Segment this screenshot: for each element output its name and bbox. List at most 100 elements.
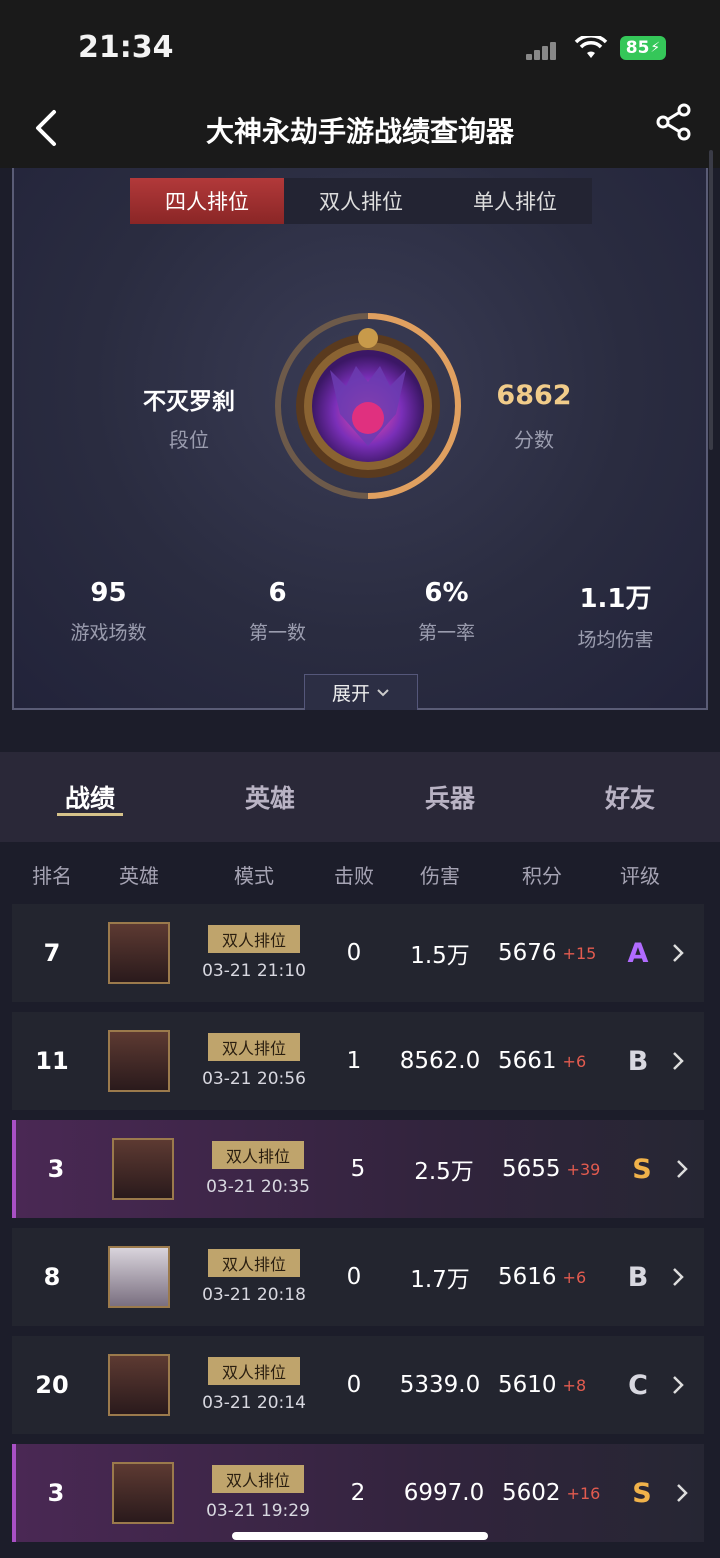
mode-cell: 双人排位 03-21 20:35 xyxy=(198,1120,318,1218)
home-indicator[interactable] xyxy=(232,1532,488,1540)
mode-cell: 双人排位 03-21 21:10 xyxy=(194,904,314,1002)
tab-solo-ranked[interactable]: 单人排位 xyxy=(438,178,592,224)
stats-summary: 95 游戏场数 6 第一数 6% 第一率 1.1万 场均伤害 xyxy=(24,578,700,652)
hero-avatar xyxy=(108,922,170,984)
match-time: 03-21 20:14 xyxy=(202,1393,306,1413)
match-points-cell: 5602 +16 xyxy=(502,1444,626,1542)
match-points: 5616 xyxy=(498,1264,557,1290)
match-time: 03-21 20:35 xyxy=(206,1177,310,1197)
stat-win-rate: 6% 第一率 xyxy=(362,578,531,652)
chevron-right-icon[interactable] xyxy=(666,1336,690,1434)
match-damage: 1.5万 xyxy=(410,943,470,969)
expand-button[interactable]: 展开 xyxy=(304,674,418,710)
tab-records[interactable]: 战绩 xyxy=(0,752,180,842)
match-rank: 3 xyxy=(47,1479,65,1507)
points-delta: +8 xyxy=(562,1375,587,1395)
match-kills: 0 xyxy=(346,1264,362,1290)
match-damage: 5339.0 xyxy=(399,1372,481,1398)
match-time: 03-21 20:56 xyxy=(202,1069,306,1089)
header-hero: 英雄 xyxy=(119,864,159,888)
stat-label: 第一数 xyxy=(248,622,306,644)
chevron-right-icon[interactable] xyxy=(670,1444,694,1542)
match-row[interactable]: 3 双人排位 03-21 19:29 2 6997.0 5602 +16 S xyxy=(12,1444,704,1542)
tab-weapons[interactable]: 兵器 xyxy=(360,752,540,842)
match-row[interactable]: 20 双人排位 03-21 20:14 0 5339.0 5610 +8 C xyxy=(12,1336,704,1434)
match-rank: 8 xyxy=(43,1263,61,1291)
match-rank: 3 xyxy=(47,1155,65,1183)
match-points: 5610 xyxy=(498,1372,557,1398)
stat-avg-damage: 1.1万 场均伤害 xyxy=(531,578,700,652)
hero-avatar xyxy=(112,1462,174,1524)
nav-bar: 大神永劫手游战绩查询器 xyxy=(0,94,720,168)
mode-cell: 双人排位 03-21 20:14 xyxy=(194,1336,314,1434)
match-row[interactable]: 8 双人排位 03-21 20:18 0 1.7万 5616 +6 B xyxy=(12,1228,704,1326)
wifi-icon xyxy=(574,36,608,58)
match-rank: 20 xyxy=(35,1371,69,1399)
mode-cell: 双人排位 03-21 19:29 xyxy=(198,1444,318,1542)
tab-duo-ranked[interactable]: 双人排位 xyxy=(284,178,438,224)
header-kills: 击败 xyxy=(334,864,374,888)
match-grade: B xyxy=(627,1045,649,1077)
match-row[interactable]: 3 双人排位 03-21 20:35 5 2.5万 5655 +39 S xyxy=(12,1120,704,1218)
mode-badge: 双人排位 xyxy=(207,925,300,953)
hero-avatar xyxy=(108,1354,170,1416)
stat-games: 95 游戏场数 xyxy=(24,578,193,652)
mode-tab-bar: 四人排位 双人排位 单人排位 xyxy=(130,178,592,224)
stat-value: 95 xyxy=(90,578,127,608)
match-grade: C xyxy=(628,1369,648,1401)
match-points: 5661 xyxy=(498,1048,557,1074)
match-row[interactable]: 7 双人排位 03-21 21:10 0 1.5万 5676 +15 A xyxy=(12,904,704,1002)
mode-badge: 双人排位 xyxy=(211,1465,304,1493)
page-title: 大神永劫手游战绩查询器 xyxy=(205,115,514,148)
score-label: 分数 xyxy=(514,428,554,452)
match-damage: 1.7万 xyxy=(410,1267,470,1293)
chevron-right-icon[interactable] xyxy=(666,904,690,1002)
status-time: 21:34 xyxy=(78,30,174,65)
match-damage: 8562.0 xyxy=(399,1048,481,1074)
share-icon[interactable] xyxy=(654,102,694,142)
match-points: 5676 xyxy=(498,940,557,966)
rank-tier-name: 不灭罗刹 xyxy=(143,389,235,415)
battery-level: 85 xyxy=(625,38,650,58)
mode-badge: 双人排位 xyxy=(211,1141,304,1169)
section-tab-bar: 战绩 英雄 兵器 好友 xyxy=(0,752,720,842)
chevron-right-icon[interactable] xyxy=(666,1228,690,1326)
points-delta: +6 xyxy=(562,1051,587,1071)
mode-badge: 双人排位 xyxy=(207,1249,300,1277)
hero-avatar xyxy=(108,1246,170,1308)
tab-heroes[interactable]: 英雄 xyxy=(180,752,360,842)
match-time: 03-21 19:29 xyxy=(206,1501,310,1521)
score-value: 6862 xyxy=(496,380,572,411)
mode-badge: 双人排位 xyxy=(207,1357,300,1385)
hero-avatar xyxy=(108,1030,170,1092)
expand-label: 展开 xyxy=(331,683,370,705)
chevron-right-icon[interactable] xyxy=(666,1012,690,1110)
battery-indicator: 85 ⚡ xyxy=(620,36,666,60)
mode-cell: 双人排位 03-21 20:56 xyxy=(194,1012,314,1110)
header-mode: 模式 xyxy=(234,864,274,888)
chevron-down-icon xyxy=(377,688,389,696)
header-points: 积分 xyxy=(522,864,562,888)
hero-avatar xyxy=(112,1138,174,1200)
match-kills: 1 xyxy=(346,1048,362,1074)
header-rank: 排名 xyxy=(32,864,72,888)
stat-wins: 6 第一数 xyxy=(193,578,362,652)
match-grade: B xyxy=(627,1261,649,1293)
match-time: 03-21 20:18 xyxy=(202,1285,306,1305)
points-delta: +15 xyxy=(562,943,597,963)
header-damage: 伤害 xyxy=(420,864,460,888)
rank-tier-label: 段位 xyxy=(169,428,209,452)
stat-value: 6% xyxy=(424,578,469,608)
match-kills: 2 xyxy=(350,1480,366,1506)
mode-cell: 双人排位 03-21 20:18 xyxy=(194,1228,314,1326)
points-delta: +6 xyxy=(562,1267,587,1287)
chevron-right-icon[interactable] xyxy=(670,1120,694,1218)
scrollbar[interactable] xyxy=(709,150,713,450)
tab-quad-ranked[interactable]: 四人排位 xyxy=(130,178,284,224)
tab-friends[interactable]: 好友 xyxy=(540,752,720,842)
match-table-header: 排名 英雄 模式 击败 伤害 积分 评级 xyxy=(12,852,708,896)
match-points: 5602 xyxy=(502,1480,561,1506)
match-row[interactable]: 11 双人排位 03-21 20:56 1 8562.0 5661 +6 B xyxy=(12,1012,704,1110)
stat-label: 游戏场数 xyxy=(70,622,147,644)
match-grade: S xyxy=(632,1477,652,1509)
